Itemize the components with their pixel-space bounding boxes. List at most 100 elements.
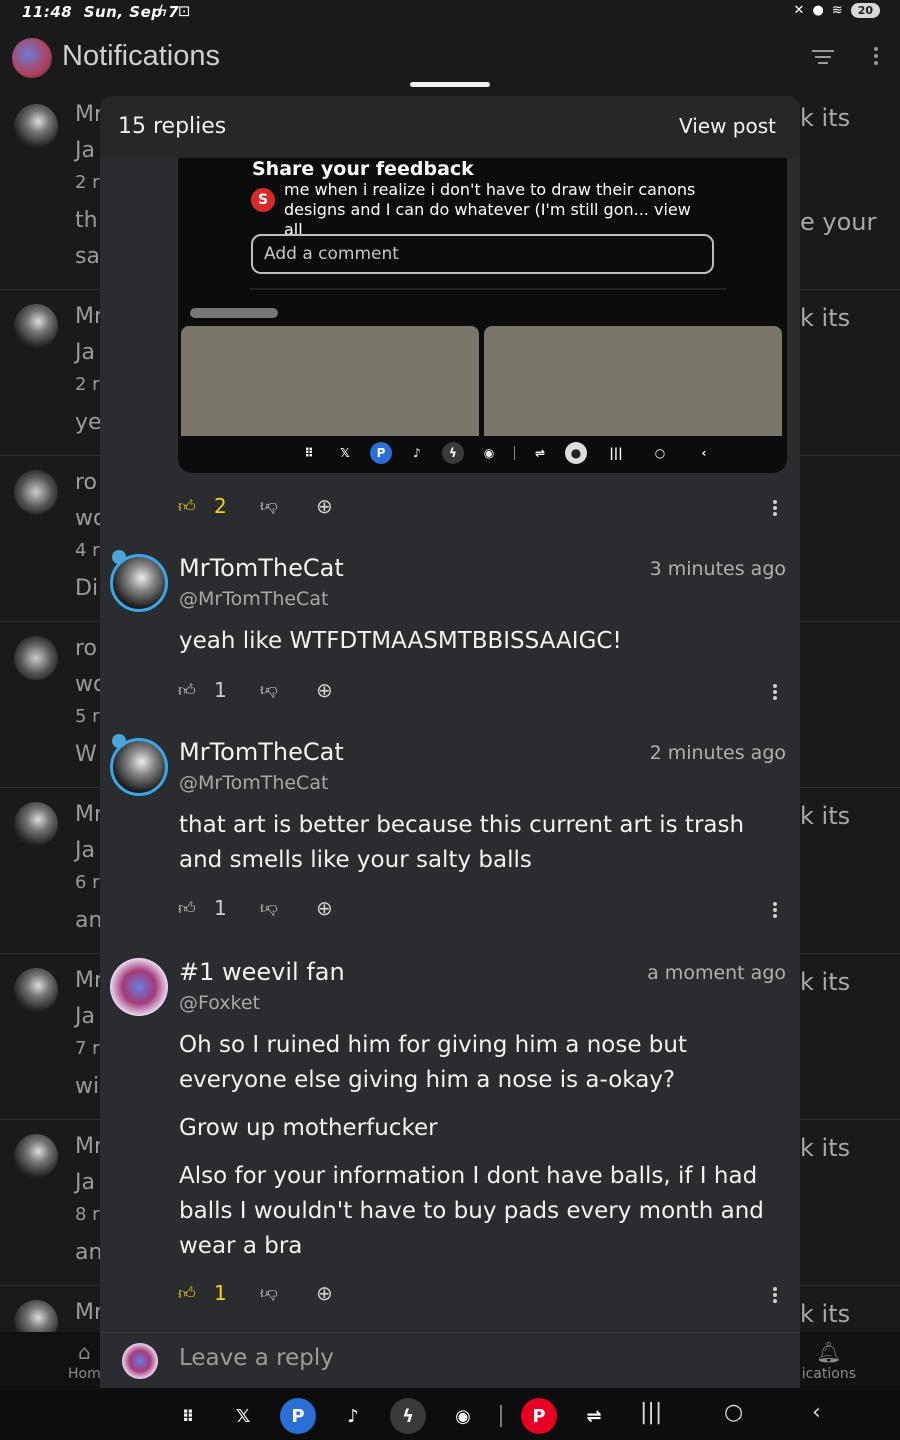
recents-icon: ||| <box>609 446 623 460</box>
more-options-icon[interactable] <box>772 1285 778 1307</box>
home-button-icon[interactable]: ○ <box>724 1400 743 1425</box>
comment-body: that art is better because this current … <box>179 812 745 873</box>
status-bar: 11:48 Sun, Sep 7 ϟ ⊡ ✕ ● ≋ 20 <box>0 0 900 28</box>
comment-actions: 👍︎ 1 👍︎ ⊕ <box>178 678 788 708</box>
comment-actions: 👍︎ 1 👍︎ ⊕ <box>178 1281 788 1311</box>
sheet-header: 15 replies View post <box>100 96 800 158</box>
avatar <box>14 802 58 846</box>
view-post-button[interactable]: View post <box>679 114 776 138</box>
comment-time: 3 minutes ago <box>649 558 786 580</box>
more-options-icon[interactable] <box>772 498 778 520</box>
sheet-drag-handle[interactable] <box>410 82 490 87</box>
comment-handle[interactable]: @Foxket <box>179 992 260 1014</box>
comment-body: Oh so I ruined him for giving him a nose… <box>179 1032 764 1259</box>
reply-icon[interactable]: ⊕ <box>316 896 333 920</box>
avatar <box>14 104 58 148</box>
reply-icon[interactable]: ⊕ <box>316 494 333 518</box>
replies-count: 15 replies <box>118 114 227 139</box>
picsart-icon[interactable]: P <box>280 1398 316 1434</box>
post-actions: 👍︎ 2 👍︎ ⊕ <box>178 494 788 524</box>
avatar-decoration <box>112 550 126 564</box>
thumbs-down-icon[interactable]: 👍︎ <box>260 898 278 919</box>
avatar[interactable] <box>110 958 168 1016</box>
screenshot-status-icon: ⊡ <box>177 2 191 20</box>
comment-body: yeah like WTFDTMAASMTBBISSAAIGC! <box>179 628 622 654</box>
system-nav-bar: ⠿ 𝕏 P ♪ ϟ ◉ P ⇌ ||| ○ ‹ <box>0 1390 900 1440</box>
comment-input: Add a comment <box>251 234 714 274</box>
record-icon: ● <box>565 442 587 464</box>
tiktok-icon[interactable]: ♪ <box>335 1398 371 1434</box>
taskbar-dock: ⠿ 𝕏 P ♪ ϟ ◉ P ⇌ <box>170 1398 612 1434</box>
comment-author[interactable]: #1 weevil fan <box>179 958 345 986</box>
more-options-icon[interactable] <box>772 682 778 704</box>
bolt-icon[interactable]: ϟ <box>390 1398 426 1434</box>
discord-icon: ◉ <box>483 446 495 460</box>
avatar <box>122 1343 158 1379</box>
feedback-title: Share your feedback <box>252 158 474 180</box>
thumbs-up-icon[interactable]: 👍︎ <box>178 1283 196 1304</box>
comment-handle[interactable]: @MrTomTheCat <box>179 772 328 794</box>
home-icon: ⌂ <box>78 1340 91 1364</box>
image-card <box>181 326 479 436</box>
reply-bar: Leave a reply <box>100 1332 800 1388</box>
nav-home[interactable]: ⌂ Hom <box>68 1340 101 1382</box>
comment-actions: 👍︎ 1 👍︎ ⊕ <box>178 896 788 926</box>
picsart-icon: P <box>370 442 392 464</box>
x-icon[interactable]: 𝕏 <box>225 1398 261 1434</box>
app-header: Notifications <box>0 30 900 88</box>
location-icon: ● <box>812 3 824 18</box>
avatar <box>14 1134 58 1178</box>
filter-icon[interactable] <box>812 46 834 66</box>
pinterest-icon[interactable]: P <box>521 1398 557 1434</box>
reply-icon[interactable]: ⊕ <box>316 1281 333 1305</box>
like-count: 1 <box>214 678 227 702</box>
bell-icon: 🔔︎ <box>816 1340 842 1364</box>
thumbs-down-icon[interactable]: 👍︎ <box>260 496 278 517</box>
like-count: 2 <box>214 494 227 518</box>
thumbs-down-icon[interactable]: 👍︎ <box>260 680 278 701</box>
thumbs-up-icon[interactable]: 👍︎ <box>178 496 196 517</box>
avatar-decoration <box>112 734 126 748</box>
mute-icon: ✕ <box>793 3 805 18</box>
tiktok-icon: ♪ <box>413 446 421 460</box>
like-count: 1 <box>214 896 227 920</box>
avatar <box>14 968 58 1012</box>
avatar <box>14 636 58 680</box>
back-icon[interactable]: ‹ <box>812 1400 821 1425</box>
back-icon: ‹ <box>701 446 707 460</box>
recents-icon[interactable]: ||| <box>640 1400 662 1425</box>
reply-icon[interactable]: ⊕ <box>316 678 333 702</box>
replies-sheet: 15 replies View post Share your feedback… <box>100 96 800 1388</box>
feedback-text: me when i realize i don't have to draw t… <box>284 180 696 239</box>
thumbs-up-icon[interactable]: 👍︎ <box>178 898 196 919</box>
flow-icon[interactable]: ⇌ <box>576 1398 612 1434</box>
wifi-icon: ≋ <box>831 3 843 18</box>
page-title: Notifications <box>62 40 220 72</box>
nav-notifications[interactable]: 🔔︎ ications <box>802 1340 856 1382</box>
comment-author[interactable]: MrTomTheCat <box>179 738 344 766</box>
avatar <box>14 304 58 348</box>
comment-author[interactable]: MrTomTheCat <box>179 554 344 582</box>
avatar <box>14 470 58 514</box>
discord-icon[interactable]: ◉ <box>445 1398 481 1434</box>
comment-time: a moment ago <box>647 962 786 984</box>
user-badge: S <box>251 188 275 212</box>
image-card <box>484 326 782 436</box>
home-button-icon: ○ <box>654 446 666 460</box>
battery-indicator: 20 <box>850 3 880 18</box>
more-options-icon[interactable] <box>872 44 880 68</box>
x-icon: 𝕏 <box>340 446 350 460</box>
reply-input[interactable]: Leave a reply <box>179 1345 334 1371</box>
comment-time: 2 minutes ago <box>649 742 786 764</box>
more-options-icon[interactable] <box>772 900 778 922</box>
mini-dock: ⠿ 𝕏 P ♪ ϟ ◉ ⇌ ● ||| ○ ‹ <box>298 442 719 464</box>
embedded-screenshot[interactable]: Share your feedback S me when i realize … <box>178 158 787 473</box>
apps-grid-icon[interactable]: ⠿ <box>170 1398 206 1434</box>
thumbs-down-icon[interactable]: 👍︎ <box>260 1283 278 1304</box>
flow-icon: ⇌ <box>534 446 546 460</box>
comment-handle[interactable]: @MrTomTheCat <box>179 588 328 610</box>
thumbs-up-icon[interactable]: 👍︎ <box>178 680 196 701</box>
apps-grid-icon: ⠿ <box>304 446 314 460</box>
app-logo[interactable] <box>12 38 52 78</box>
status-time: 11:48 Sun, Sep 7 <box>22 3 180 21</box>
